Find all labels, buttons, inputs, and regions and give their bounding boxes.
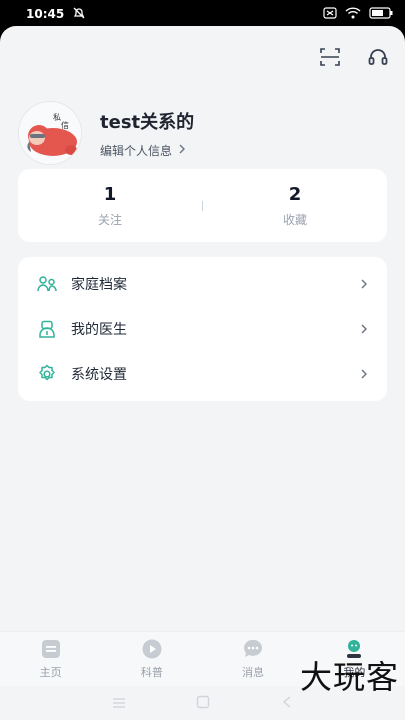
status-bar: 10:45: [0, 0, 405, 28]
menu-icon[interactable]: [112, 694, 126, 713]
menu-label-settings: 系统设置: [71, 366, 127, 383]
stat-favorites[interactable]: 2 收藏: [203, 184, 387, 228]
svg-text:私: 私: [53, 113, 61, 122]
header-actions: [317, 44, 391, 70]
tab-science[interactable]: 科普: [101, 638, 202, 680]
stat-following[interactable]: 1 关注: [18, 184, 202, 228]
watermark-text: 大玩客: [299, 658, 399, 696]
menu-item-settings[interactable]: 系统设置: [18, 351, 387, 396]
avatar[interactable]: 私 信: [18, 101, 82, 165]
chevron-right-icon: [359, 369, 369, 379]
chevron-right-icon: [359, 279, 369, 289]
scan-icon[interactable]: [317, 44, 343, 70]
stat-favorites-label: 收藏: [282, 212, 307, 227]
menu-card: 家庭档案 我的医生 系统设置: [18, 257, 387, 401]
menu-label-family-records: 家庭档案: [71, 276, 127, 293]
play-icon: [141, 638, 163, 660]
stats-card: 1 关注 2 收藏: [18, 169, 387, 242]
home-square-icon[interactable]: [196, 694, 210, 713]
back-icon[interactable]: [280, 694, 294, 713]
profile-header: 私 信 test关系的 编辑个人信息: [18, 98, 388, 168]
menu-label-my-doctor: 我的医生: [71, 321, 127, 338]
headset-icon[interactable]: [365, 44, 391, 70]
stat-following-value: 1: [103, 183, 117, 205]
chevron-right-icon: [359, 324, 369, 334]
edit-profile-link[interactable]: 编辑个人信息: [100, 142, 194, 159]
svg-text:信: 信: [61, 120, 69, 130]
tab-messages[interactable]: 消息: [203, 638, 304, 680]
battery-icon: [369, 6, 393, 22]
sim-icon: [323, 6, 337, 22]
family-icon: [36, 273, 58, 295]
settings-icon: [36, 363, 58, 385]
profile-name: test关系的: [100, 111, 195, 133]
tab-messages-label: 消息: [242, 666, 265, 679]
edit-profile-label: 编辑个人信息: [100, 143, 173, 158]
notifications-off-icon: [72, 6, 86, 23]
tab-science-label: 科普: [140, 666, 163, 679]
menu-item-family-records[interactable]: 家庭档案: [18, 261, 387, 306]
doctor-icon: [36, 318, 58, 340]
stat-following-label: 关注: [97, 212, 122, 227]
chevron-right-icon: [178, 143, 186, 157]
status-time: 10:45: [26, 7, 65, 21]
tab-home[interactable]: 主页: [0, 638, 101, 680]
main-sheet: 私 信 test关系的 编辑个人信息 1 关注 2 收藏 家庭档案 我的医生 系…: [0, 26, 405, 720]
wifi-icon: [345, 6, 361, 22]
menu-item-my-doctor[interactable]: 我的医生: [18, 306, 387, 351]
stat-favorites-value: 2: [288, 183, 302, 205]
message-icon: [242, 638, 264, 660]
home-icon: [40, 638, 62, 660]
tab-home-label: 主页: [39, 666, 62, 679]
